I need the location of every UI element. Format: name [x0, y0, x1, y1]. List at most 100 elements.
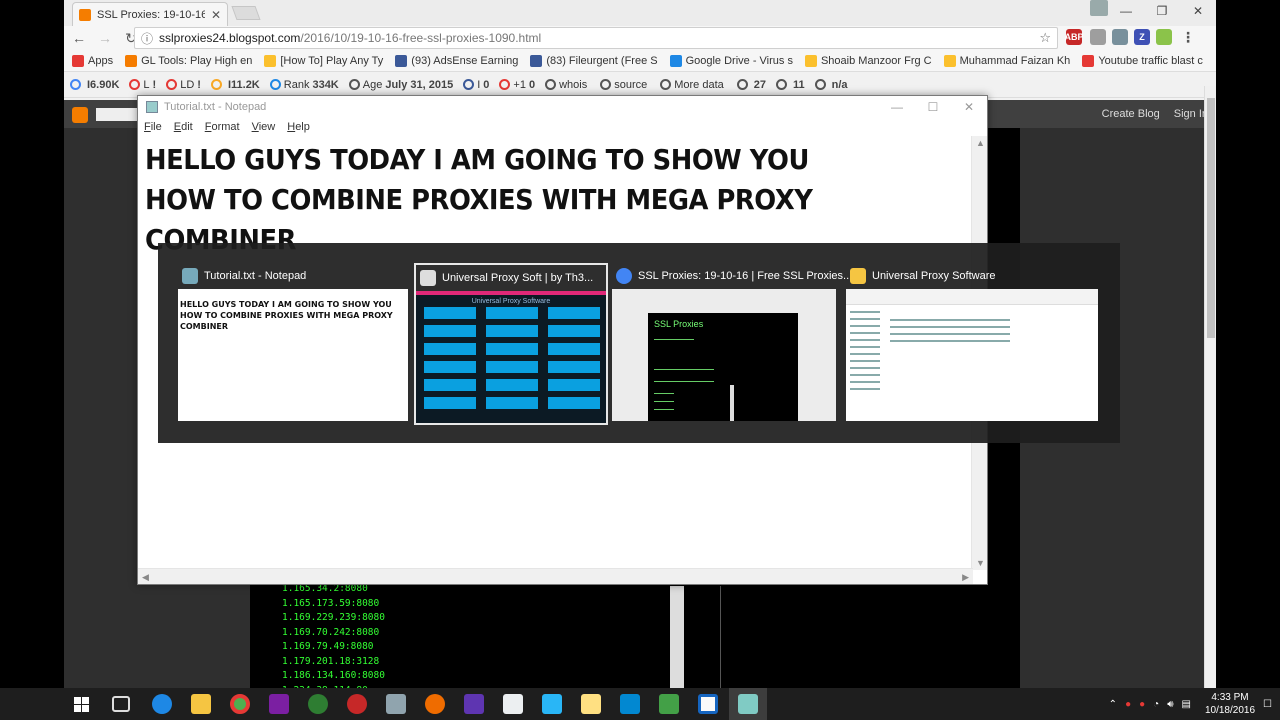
seo-metric[interactable]: Age July 31, 2015: [348, 79, 453, 91]
extension-icon[interactable]: [1112, 29, 1128, 45]
profile-icon[interactable]: [1090, 0, 1108, 16]
seo-metric[interactable]: +1 0: [499, 79, 535, 91]
windows-start-icon[interactable]: [74, 697, 89, 712]
sign-in-link[interactable]: Sign In: [1174, 108, 1208, 120]
app-icon[interactable]: [659, 694, 679, 714]
browser-tab[interactable]: SSL Proxies: 19-10-16 | Fr ✕: [72, 2, 228, 26]
scroll-up-icon[interactable]: ▲: [976, 138, 985, 148]
bookmark-item[interactable]: Muhammad Faizan Kh: [943, 54, 1070, 67]
close-button[interactable]: ✕: [1180, 0, 1216, 22]
bookmark-item[interactable]: Google Drive - Virus s: [669, 54, 793, 67]
bookmark-item[interactable]: Youtube traffic blast c: [1082, 54, 1203, 67]
app-icon[interactable]: [347, 694, 367, 714]
bookmark-item[interactable]: Apps: [72, 54, 113, 67]
new-tab-button[interactable]: [231, 6, 261, 20]
metric-value: 334K: [312, 78, 339, 91]
close-tab-icon[interactable]: ✕: [211, 8, 221, 22]
address-bar[interactable]: ⓘ sslproxies24.blogspot.com /2016/10/19-…: [134, 27, 1058, 49]
app-icon[interactable]: [542, 694, 562, 714]
page-info-icon[interactable]: ⓘ: [141, 30, 153, 47]
ups-button: [548, 361, 600, 373]
metric-value: I11.2K: [227, 78, 260, 91]
chrome-icon[interactable]: [230, 694, 250, 714]
forward-icon[interactable]: →: [94, 30, 116, 46]
notepad-close-button[interactable]: ✕: [951, 96, 987, 118]
create-blog-link[interactable]: Create Blog: [1102, 108, 1160, 120]
metric-label: whois: [559, 78, 588, 91]
volume-icon[interactable]: 🔊︎: [1167, 699, 1173, 710]
app-icon[interactable]: [386, 694, 406, 714]
notepad-minimize-button[interactable]: —: [879, 96, 915, 118]
taskbar: ⌃ ● ● ◔ 🔊︎ ▤ 4:33 PM 10/18/2016 ☐: [0, 688, 1280, 720]
notepad-icon[interactable]: [738, 694, 758, 714]
seo-metric[interactable]: I0: [463, 79, 489, 91]
minimize-button[interactable]: —: [1108, 0, 1144, 22]
seo-metric[interactable]: 11: [776, 79, 805, 91]
toolbar: ← → ↻ ⓘ sslproxies24.blogspot.com /2016/…: [64, 26, 1216, 50]
seo-metric[interactable]: n/a: [814, 79, 848, 91]
menu-view[interactable]: View: [252, 121, 276, 133]
chevron-up-icon[interactable]: ⌃: [1109, 699, 1117, 710]
seo-metric[interactable]: 27: [736, 79, 766, 91]
app-icon[interactable]: [698, 694, 718, 714]
scroll-right-icon[interactable]: ▶: [962, 572, 969, 583]
notepad-text-area[interactable]: HELLO GUYS TODAY I AM GOING TO SHOW YOU …: [145, 140, 899, 260]
switcher-item-chrome[interactable]: SSL Proxies: 19-10-16 | Free SSL Proxies…: [612, 263, 852, 425]
extension-icon[interactable]: Z: [1134, 29, 1150, 45]
page-scrollbar[interactable]: [1204, 86, 1216, 688]
maximize-button[interactable]: ❐: [1144, 0, 1180, 22]
switcher-item-explorer[interactable]: Universal Proxy Software: [846, 263, 1100, 425]
menu-help[interactable]: Help: [287, 121, 310, 133]
ups-button: [424, 361, 476, 373]
notepad-maximize-button[interactable]: ☐: [915, 96, 951, 118]
blogger-logo[interactable]: [72, 107, 88, 123]
extension-icon[interactable]: [1090, 29, 1106, 45]
menu-format[interactable]: Format: [205, 121, 240, 133]
menu-file[interactable]: File: [144, 121, 162, 133]
adblock-icon[interactable]: ABP: [1065, 29, 1084, 45]
menu-icon[interactable]: ⋮: [1180, 29, 1196, 45]
bookmark-item[interactable]: Shoaib Manzoor Frg C: [804, 54, 932, 67]
visual-studio-icon[interactable]: [269, 694, 289, 714]
bookmark-item[interactable]: (83) Fileurgent (Free S: [530, 54, 658, 67]
switcher-item-notepad[interactable]: Tutorial.txt - Notepad HELLO GUYS TODAY …: [178, 263, 412, 425]
seo-metric[interactable]: More data: [660, 79, 727, 91]
menu-edit[interactable]: Edit: [174, 121, 193, 133]
tray-app-icon[interactable]: ●: [1125, 699, 1131, 710]
bookmark-star-icon[interactable]: ☆: [1039, 30, 1051, 46]
notepad-plus-icon[interactable]: [581, 694, 601, 714]
bookmark-item[interactable]: [How To] Play Any Ty: [264, 54, 383, 67]
seo-metric[interactable]: LD!: [166, 79, 201, 91]
scrollbar-thumb[interactable]: [1207, 98, 1215, 338]
network-icon[interactable]: ◔: [1153, 699, 1159, 710]
seo-metric[interactable]: I11.2K: [210, 78, 260, 91]
bookmark-item[interactable]: (93) AdsEnse Earning: [395, 54, 518, 67]
metric-label: source: [614, 78, 648, 91]
seo-metric[interactable]: source: [600, 79, 650, 91]
notepad-horizontal-scrollbar[interactable]: ◀ ▶: [138, 568, 973, 584]
clock[interactable]: 4:33 PM 10/18/2016: [1205, 691, 1255, 717]
file-explorer-icon[interactable]: [191, 694, 211, 714]
scroll-left-icon[interactable]: ◀: [142, 572, 149, 583]
notification-icon[interactable]: ▤: [1182, 699, 1191, 710]
app-icon[interactable]: [308, 694, 328, 714]
seoquake-icon[interactable]: [1156, 29, 1172, 45]
seo-metric[interactable]: L!: [129, 79, 156, 91]
back-icon[interactable]: ←: [68, 30, 90, 46]
edge-icon[interactable]: [152, 694, 172, 714]
seo-metric[interactable]: Rank 334K: [269, 78, 339, 91]
task-view-icon[interactable]: [112, 696, 130, 712]
bookmark-label: Google Drive - Virus s: [685, 54, 793, 67]
seo-metric[interactable]: whois: [545, 79, 590, 91]
app-icon[interactable]: [620, 694, 640, 714]
tray-app-icon[interactable]: ●: [1139, 699, 1145, 710]
scroll-down-icon[interactable]: ▼: [976, 558, 985, 568]
action-center-icon[interactable]: ☐: [1263, 699, 1272, 710]
app-icon[interactable]: [503, 694, 523, 714]
app-icon[interactable]: [425, 694, 445, 714]
seo-metric[interactable]: I6.90K: [70, 79, 119, 91]
notepad-titlebar[interactable]: Tutorial.txt - Notepad: [138, 96, 987, 118]
app-icon[interactable]: [464, 694, 484, 714]
switcher-item-universal-proxy[interactable]: Universal Proxy Soft | by Th3... Univers…: [414, 263, 608, 425]
bookmark-item[interactable]: GL Tools: Play High en: [125, 54, 252, 67]
